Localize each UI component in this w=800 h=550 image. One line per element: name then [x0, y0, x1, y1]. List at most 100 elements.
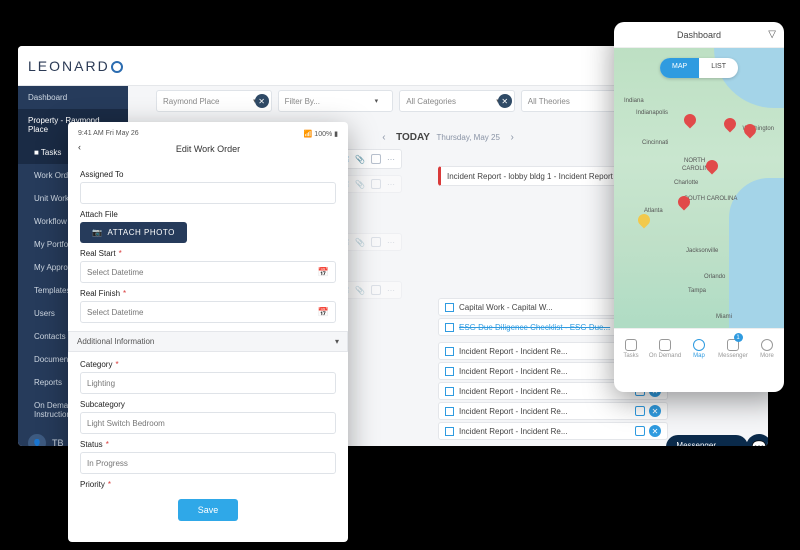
map-label: NORTH — [684, 158, 705, 164]
attachment-icon[interactable]: 📎 — [355, 286, 365, 295]
map-pin-icon[interactable] — [638, 214, 650, 230]
more-icon[interactable]: ⋯ — [387, 180, 395, 189]
document-icon — [445, 407, 454, 416]
doc-title: Incident Report - Incident Re... — [459, 387, 568, 396]
delete-icon[interactable]: ✕ — [649, 405, 661, 417]
chevron-left-icon[interactable]: ‹ — [374, 132, 393, 143]
map-label: SOUTH CAROLINA — [684, 196, 737, 202]
more-icon[interactable]: ⋯ — [387, 155, 395, 164]
document-icon — [445, 347, 454, 356]
map-label: Jacksonville — [686, 248, 718, 254]
messenger-button[interactable]: 💬 — [746, 434, 768, 446]
document-icon — [445, 367, 454, 376]
calendar-icon[interactable]: 📅 — [318, 307, 329, 318]
map-pin-icon[interactable] — [684, 114, 696, 130]
label-status: Status* — [80, 440, 336, 449]
map-pin-icon[interactable] — [724, 118, 736, 134]
document-icon — [445, 427, 454, 436]
filter-icon[interactable]: ▽ — [768, 29, 776, 40]
status-battery: 📶 100% ▮ — [304, 130, 338, 138]
map-label: Indiana — [624, 98, 644, 104]
logo-circle-icon — [111, 61, 123, 73]
map-pin-icon[interactable] — [706, 160, 718, 176]
attach-photo-button[interactable]: 📷ATTACH PHOTO — [80, 222, 187, 243]
tablet-statusbar: 9:41 AM Fri May 26 📶 100% ▮ — [68, 130, 348, 138]
more-icon[interactable]: ⋯ — [387, 286, 395, 295]
phone-title: Dashboard — [677, 30, 721, 40]
map-pin-icon[interactable] — [678, 196, 690, 212]
map-view[interactable]: MAP LIST Indiana Indianapolis Washington… — [614, 48, 784, 328]
subcategory-input[interactable]: Light Switch Bedroom — [80, 412, 336, 434]
label-real-start: Real Start* — [80, 249, 336, 258]
doc-item[interactable]: Incident Report - Incident Re... ✕ — [438, 422, 668, 440]
toggle-list[interactable]: LIST — [699, 58, 738, 78]
checkbox[interactable] — [371, 179, 381, 189]
badge: 1 — [734, 333, 743, 342]
more-icon[interactable]: ⋯ — [387, 238, 395, 247]
avatar: 👤 — [28, 434, 46, 446]
tab-ondemand[interactable]: On Demand — [648, 329, 682, 368]
attachment-icon[interactable]: 📎 — [355, 155, 365, 164]
chevron-down-icon: ▾ — [375, 97, 379, 105]
toggle-map[interactable]: MAP — [660, 58, 699, 78]
document-icon — [445, 303, 454, 312]
map-label: Indianapolis — [636, 110, 668, 116]
label-real-finish: Real Finish* — [80, 289, 336, 298]
doc-title: Incident Report - Incident Re... — [459, 427, 568, 436]
real-start-input[interactable]: Select Datetime📅 — [80, 261, 336, 283]
messenger-panel[interactable]: Messenger — [666, 435, 748, 446]
map-label: Cincinnati — [642, 140, 668, 146]
filter-categories[interactable]: All Categories▾✕ — [399, 90, 515, 112]
doc-title: Incident Report - Incident Re... — [459, 407, 568, 416]
open-icon[interactable] — [635, 426, 645, 436]
clear-icon[interactable]: ✕ — [498, 94, 512, 108]
tab-messenger[interactable]: Messenger1 — [716, 329, 750, 368]
checkbox[interactable] — [371, 154, 381, 164]
additional-info-header[interactable]: Additional Information▾ — [68, 331, 348, 352]
tasks-icon — [625, 339, 637, 351]
tab-more[interactable]: More — [750, 329, 784, 368]
tab-map[interactable]: Map — [682, 329, 716, 368]
phone-tabbar: Tasks On Demand Map Messenger1 More — [614, 328, 784, 368]
more-icon — [761, 339, 773, 351]
chevron-down-icon: ▾ — [335, 337, 339, 346]
today-label: TODAY — [396, 132, 430, 143]
tablet-title: Edit Work Order — [68, 144, 348, 154]
map-list-toggle[interactable]: MAP LIST — [660, 58, 738, 78]
label-subcategory: Subcategory — [80, 400, 336, 409]
assigned-input[interactable] — [80, 182, 336, 204]
doc-item[interactable]: Incident Report - Incident Re... ✕ — [438, 402, 668, 420]
calendar-icon[interactable]: 📅 — [318, 267, 329, 278]
clear-icon[interactable]: ✕ — [255, 94, 269, 108]
delete-icon[interactable]: ✕ — [649, 425, 661, 437]
task-actions: ⎘ 📎 ⋯ — [343, 154, 395, 164]
doc-title: ESG Due Diligence Checklist - ESG Due... — [459, 323, 610, 332]
camera-icon: 📷 — [92, 228, 102, 237]
document-icon — [445, 323, 454, 332]
category-input[interactable]: Lighting — [80, 372, 336, 394]
doc-title: Incident Report - Incident Re... — [459, 347, 568, 356]
label-attach: Attach File — [80, 210, 336, 219]
phone-header: Dashboard ▽ — [614, 22, 784, 48]
checkbox[interactable] — [371, 285, 381, 295]
real-finish-input[interactable]: Select Datetime📅 — [80, 301, 336, 323]
tab-tasks[interactable]: Tasks — [614, 329, 648, 368]
filter-property[interactable]: Raymond Place▾✕ — [156, 90, 272, 112]
attachment-icon[interactable]: 📎 — [355, 238, 365, 247]
map-label: Orlando — [704, 274, 725, 280]
save-button[interactable]: Save — [178, 499, 238, 521]
status-input[interactable]: In Progress — [80, 452, 336, 474]
map-icon — [693, 339, 705, 351]
map-pin-icon[interactable] — [744, 124, 756, 140]
filter-by[interactable]: Filter By...▾ — [278, 90, 394, 112]
task-title: Incident Report - lobby bldg 1 - Inciden… — [447, 172, 613, 181]
chevron-right-icon[interactable]: › — [502, 132, 521, 143]
attachment-icon[interactable]: 📎 — [355, 180, 365, 189]
open-icon[interactable] — [635, 406, 645, 416]
map-label: Tampa — [688, 288, 706, 294]
status-time: 9:41 AM Fri May 26 — [78, 130, 139, 138]
sidebar-item-dashboard[interactable]: Dashboard — [18, 86, 128, 109]
checkbox[interactable] — [371, 237, 381, 247]
user-initials: TB — [52, 438, 64, 446]
app-logo: LEONARD — [28, 58, 123, 74]
